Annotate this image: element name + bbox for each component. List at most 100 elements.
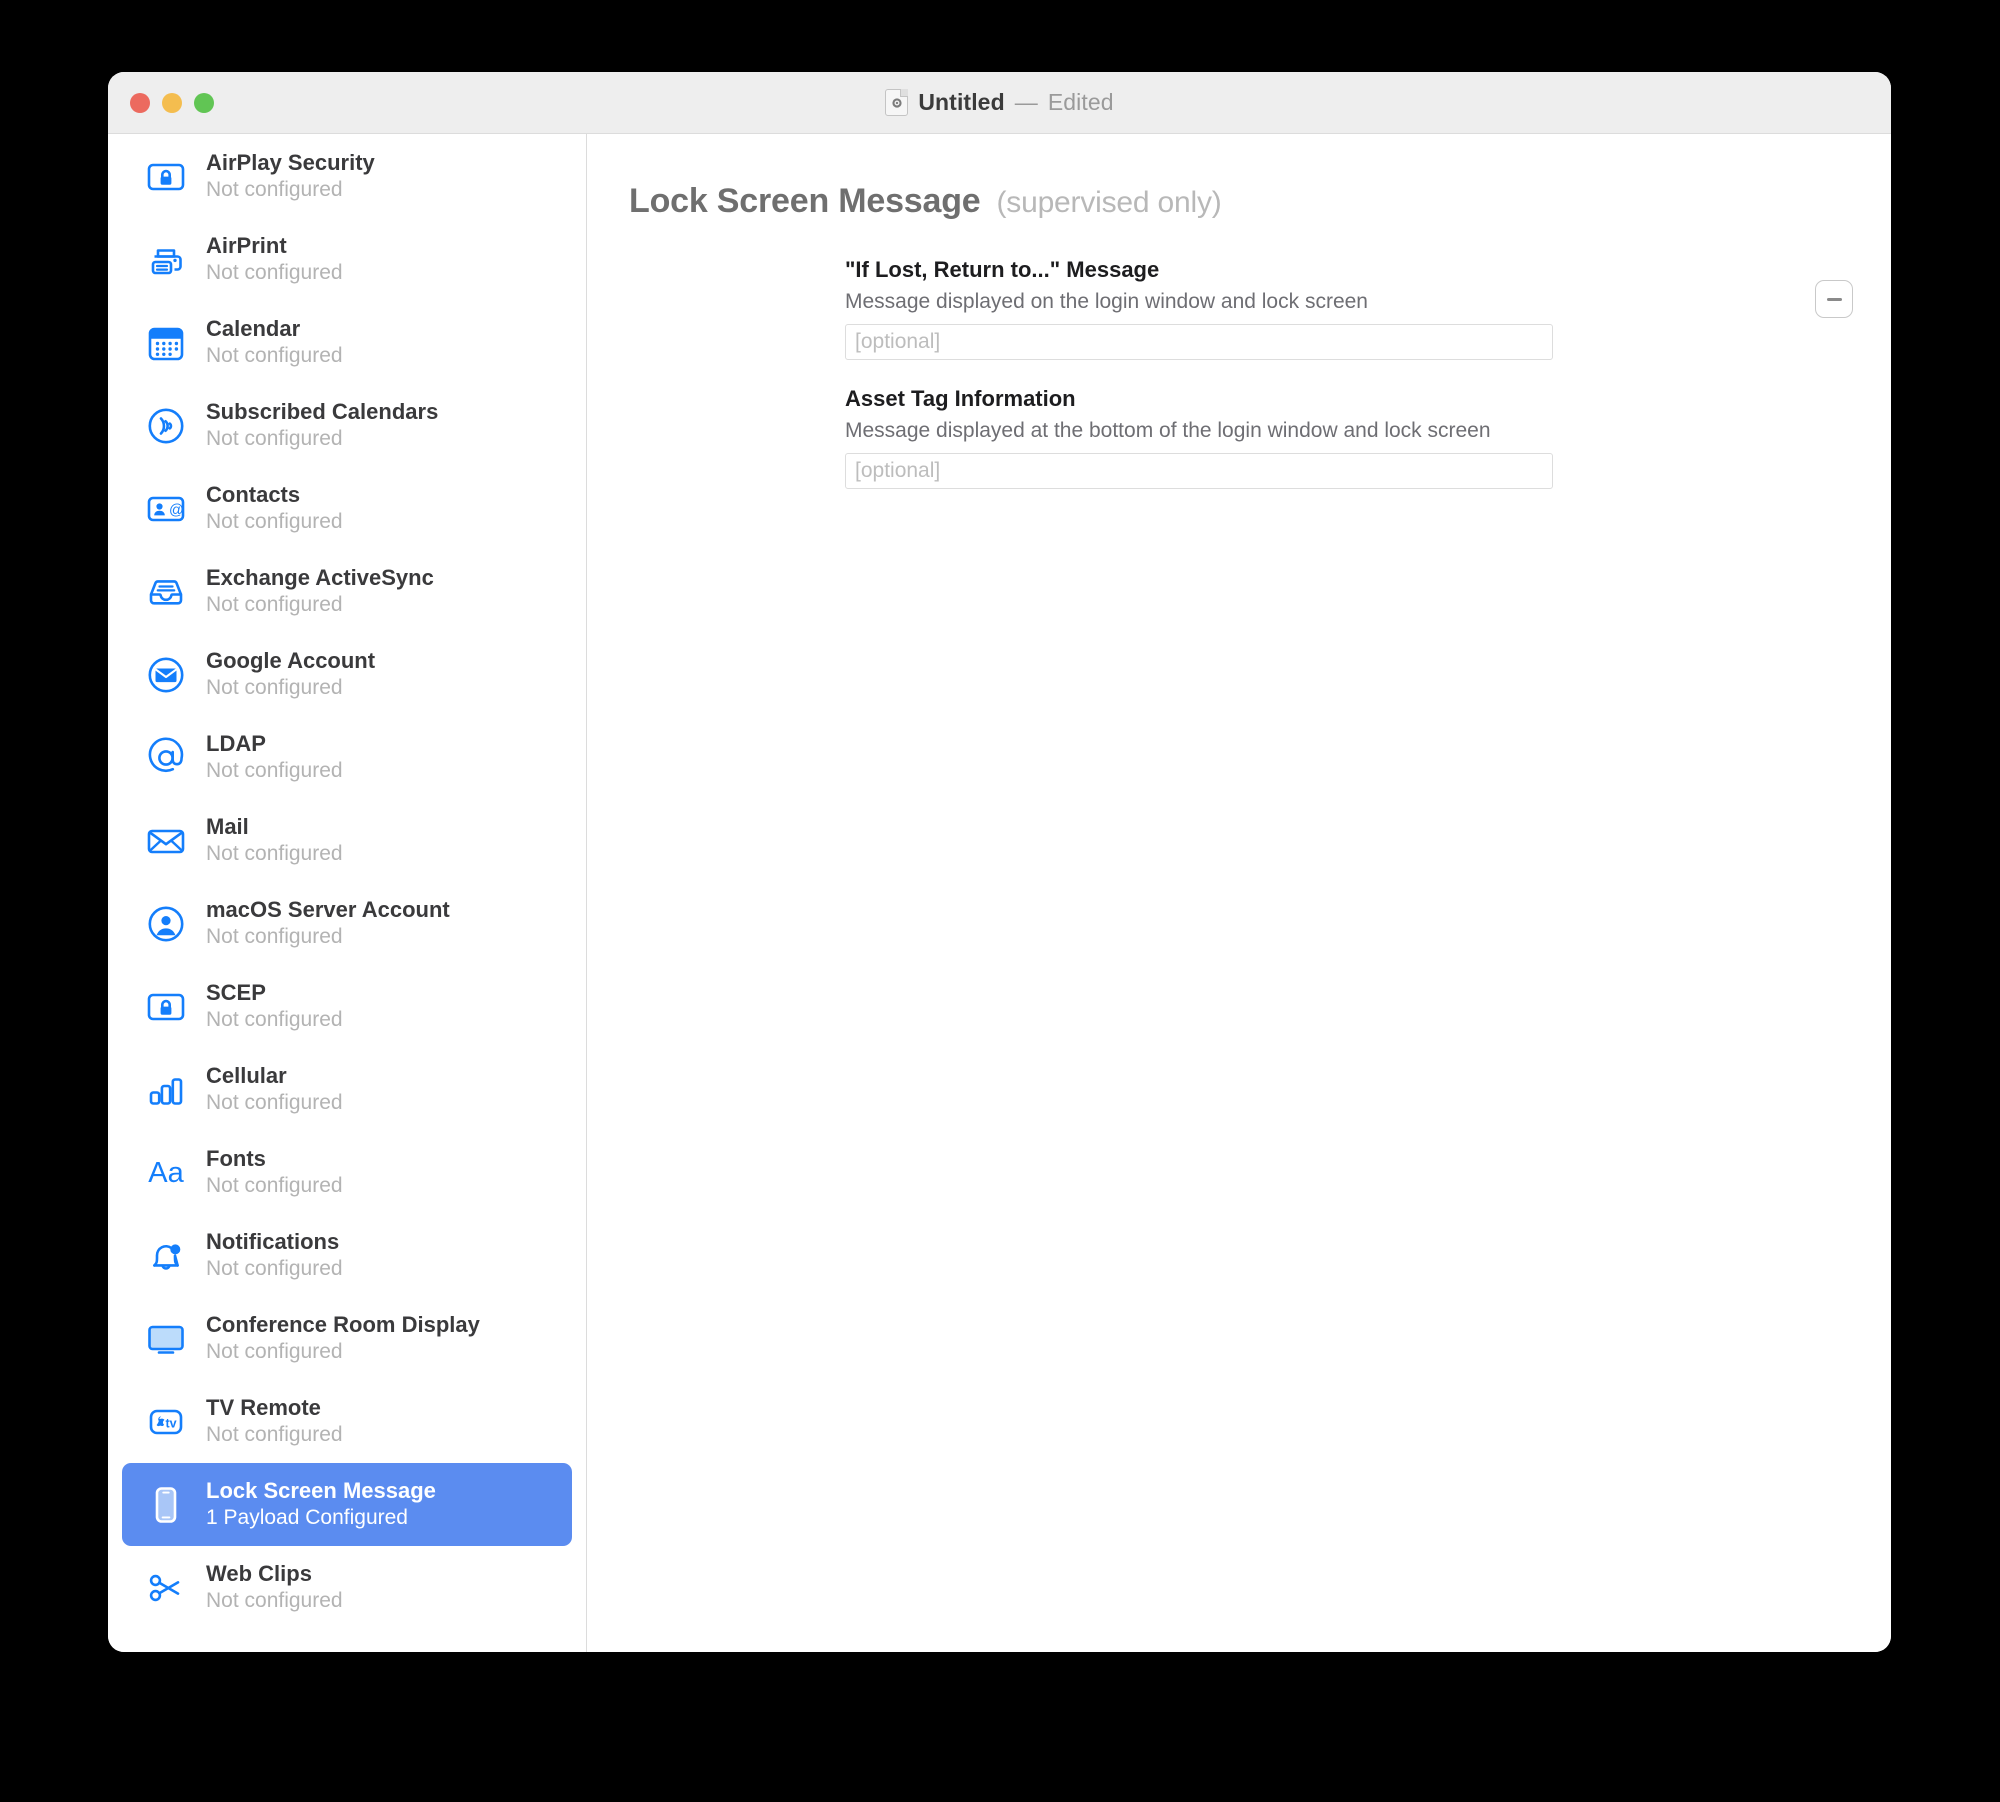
svg-text:Aa: Aa <box>148 1157 184 1189</box>
sidebar-item-label: LDAP <box>206 731 266 757</box>
field-help-text: Message displayed at the bottom of the l… <box>845 419 1491 442</box>
sidebar-item-status: Not configured <box>206 344 343 368</box>
sidebar-item-subscribed-calendars[interactable]: Subscribed Calendars Not configured <box>122 384 572 467</box>
sidebar-item-text: Notifications Not configured <box>206 1229 343 1281</box>
sidebar-item-status: Not configured <box>206 842 343 866</box>
sidebar-item-status: Not configured <box>206 427 343 451</box>
sidebar-item-conference-room-display[interactable]: Conference Room Display Not configured <box>122 1297 572 1380</box>
sidebar-item-fonts[interactable]: Aa Fonts Not configured <box>122 1131 572 1214</box>
sidebar-item-web-clips[interactable]: Web Clips Not configured <box>122 1546 572 1629</box>
sidebar-item-label: AirPrint <box>206 233 287 259</box>
form-field: "If Lost, Return to..." Message Message d… <box>845 257 1553 360</box>
payload-header: Lock Screen Message (supervised only) <box>587 134 1891 221</box>
close-window-button[interactable] <box>130 92 150 113</box>
sidebar-item-label: Cellular <box>206 1063 287 1089</box>
page-subtitle: (supervised only) <box>996 186 1222 219</box>
sidebar-item-contacts[interactable]: @ Contacts Not configured <box>122 467 572 550</box>
window-title-filename: Untitled <box>918 89 1005 115</box>
svg-text:tv: tv <box>165 1416 176 1430</box>
remove-payload-button[interactable] <box>1815 280 1853 318</box>
google-account-icon <box>142 651 190 699</box>
sidebar-item-airplay-security[interactable]: AirPlay Security Not configured <box>122 135 572 218</box>
sidebar-item-text: macOS Server Account Not configured <box>206 897 450 949</box>
field-help-text: Message displayed on the login window an… <box>845 290 1368 313</box>
sidebar-item-label: AirPlay Security <box>206 150 375 176</box>
sidebar-item-label: Web Clips <box>206 1561 312 1587</box>
sidebar-item-label: Exchange ActiveSync <box>206 565 434 591</box>
sidebar-item-text: Subscribed Calendars Not configured <box>206 399 438 451</box>
sidebar-item-text: Conference Room Display Not configured <box>206 1312 480 1364</box>
sidebar-item-text: AirPlay Security Not configured <box>206 150 375 202</box>
sidebar-item-status: Not configured <box>206 759 343 783</box>
payload-form: "If Lost, Return to..." Message Message d… <box>845 257 1553 489</box>
sidebar-item-text: AirPrint Not configured <box>206 233 343 285</box>
sidebar-item-status: Not configured <box>206 1091 343 1115</box>
airprint-icon <box>142 236 190 284</box>
sidebar-item-text: LDAP Not configured <box>206 731 343 783</box>
sidebar-item-status: Not configured <box>206 593 343 617</box>
sidebar-item-exchange-activesync[interactable]: Exchange ActiveSync Not configured <box>122 550 572 633</box>
field-label: Asset Tag Information <box>845 386 1076 411</box>
subscribed-calendars-icon <box>142 402 190 450</box>
sidebar-item-label: TV Remote <box>206 1395 321 1421</box>
sidebar-item-airprint[interactable]: AirPrint Not configured <box>122 218 572 301</box>
window-title: Untitled — Edited <box>885 89 1114 116</box>
minimize-window-button[interactable] <box>162 92 182 113</box>
sidebar-item-calendar[interactable]: Calendar Not configured <box>122 301 572 384</box>
sidebar-item-text: Web Clips Not configured <box>206 1561 343 1613</box>
sidebar-item-status: Not configured <box>206 1423 343 1447</box>
payload-sidebar[interactable]: AirPlay Security Not configured AirPrint N… <box>108 134 587 1652</box>
sidebar-item-label: SCEP <box>206 980 266 1006</box>
airplay-security-icon <box>142 153 190 201</box>
sidebar-item-label: macOS Server Account <box>206 897 450 923</box>
sidebar-item-text: Fonts Not configured <box>206 1146 343 1198</box>
notifications-bell-icon <box>142 1232 190 1280</box>
exchange-activesync-icon <box>142 568 190 616</box>
sidebar-item-notifications[interactable]: Notifications Not configured <box>122 1214 572 1297</box>
sidebar-item-status: Not configured <box>206 676 343 700</box>
minus-icon <box>1826 297 1842 301</box>
contacts-icon: @ <box>142 485 190 533</box>
sidebar-item-label: Google Account <box>206 648 376 674</box>
web-clips-scissors-icon <box>142 1564 190 1612</box>
field-label: "If Lost, Return to..." Message <box>845 257 1160 282</box>
ldap-at-icon <box>142 734 190 782</box>
sidebar-item-text: Contacts Not configured <box>206 482 343 534</box>
sidebar-item-label: Mail <box>206 814 249 840</box>
sidebar-item-macos-server-account[interactable]: macOS Server Account Not configured <box>122 882 572 965</box>
sidebar-item-label: Conference Room Display <box>206 1312 480 1338</box>
lock-screen-message-icon <box>142 1481 190 1529</box>
sidebar-item-text: TV Remote Not configured <box>206 1395 343 1447</box>
sidebar-item-scep[interactable]: SCEP Not configured <box>122 965 572 1048</box>
sidebar-item-cellular[interactable]: Cellular Not configured <box>122 1048 572 1131</box>
sidebar-item-label: Calendar <box>206 316 301 342</box>
sidebar-item-ldap[interactable]: LDAP Not configured <box>122 716 572 799</box>
sidebar-item-lock-screen-message[interactable]: Lock Screen Message 1 Payload Configured <box>122 1463 572 1546</box>
sidebar-item-text: Calendar Not configured <box>206 316 343 368</box>
asset-tag-input[interactable] <box>845 453 1553 489</box>
sidebar-item-mail[interactable]: Mail Not configured <box>122 799 572 882</box>
window-title-state: Edited <box>1047 89 1114 115</box>
sidebar-item-status: Not configured <box>206 510 343 534</box>
sidebar-item-label: Subscribed Calendars <box>206 399 439 425</box>
sidebar-item-text: SCEP Not configured <box>206 980 343 1032</box>
mail-envelope-icon <box>142 817 190 865</box>
tv-remote-icon: tv <box>142 1398 190 1446</box>
conference-room-display-icon <box>142 1315 190 1363</box>
sidebar-item-status: Not configured <box>206 1340 343 1364</box>
sidebar-item-text: Mail Not configured <box>206 814 343 866</box>
svg-text:@: @ <box>169 502 184 518</box>
sidebar-item-label: Contacts <box>206 482 301 508</box>
zoom-window-button[interactable] <box>194 92 214 113</box>
macos-server-account-icon <box>142 900 190 948</box>
sidebar-item-text: Google Account Not configured <box>206 648 375 700</box>
sidebar-item-text: Exchange ActiveSync Not configured <box>206 565 434 617</box>
sidebar-item-status: Not configured <box>206 925 343 949</box>
sidebar-item-label: Notifications <box>206 1229 340 1255</box>
payload-detail-pane: Lock Screen Message (supervised only) "I… <box>587 134 1891 1652</box>
if-lost-message-input[interactable] <box>845 324 1553 360</box>
sidebar-item-tv-remote[interactable]: tv TV Remote Not configured <box>122 1380 572 1463</box>
sidebar-item-status: Not configured <box>206 1008 343 1032</box>
sidebar-item-google-account[interactable]: Google Account Not configured <box>122 633 572 716</box>
sidebar-item-text: Lock Screen Message 1 Payload Configured <box>206 1478 436 1530</box>
